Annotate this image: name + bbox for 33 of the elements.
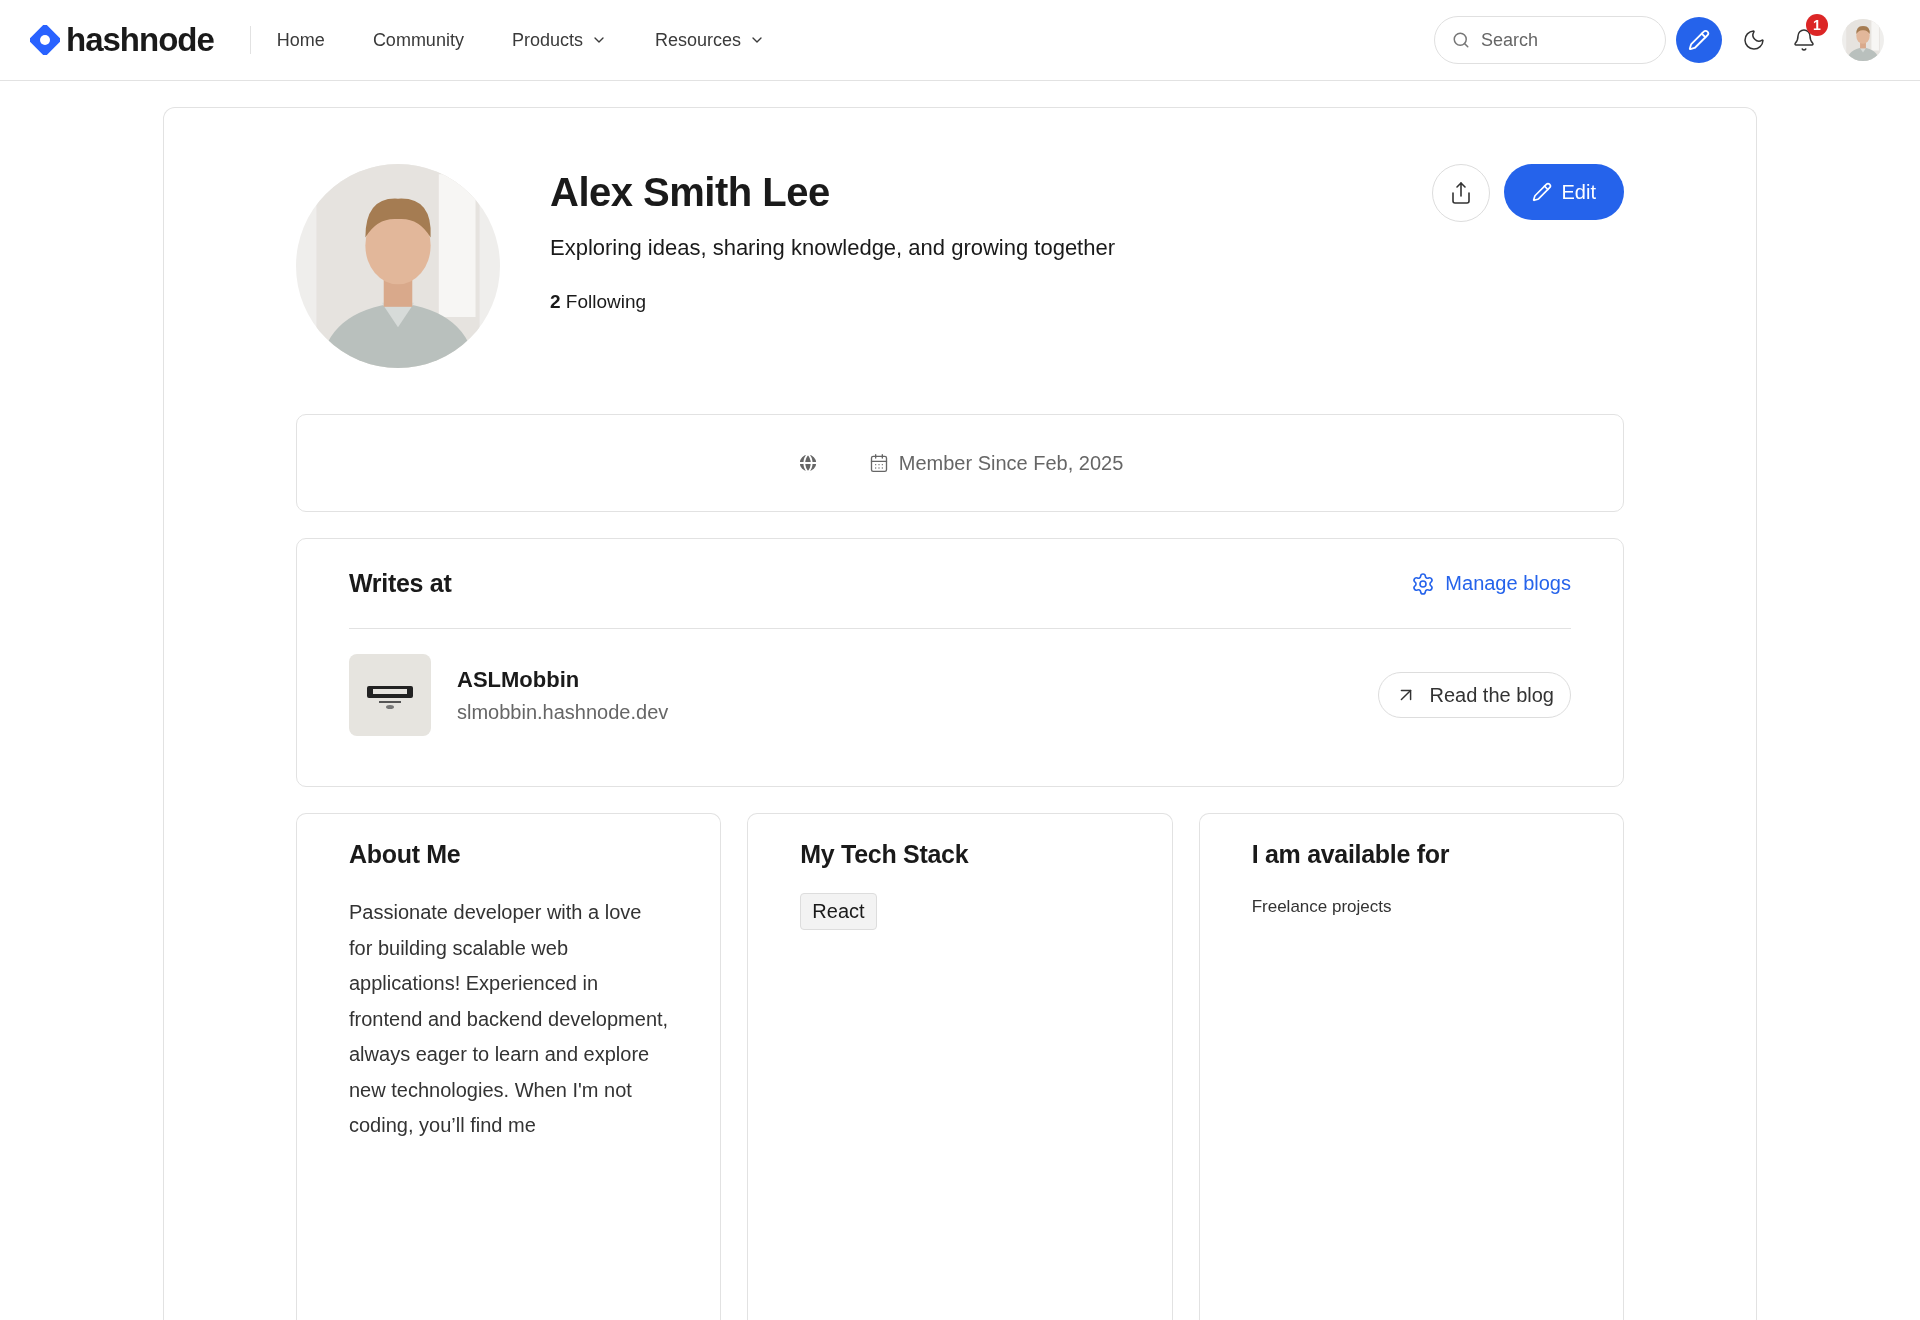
calendar-icon (868, 453, 889, 473)
nav-link[interactable]: Home (276, 29, 325, 51)
following-count[interactable]: 2 Following (550, 291, 1382, 313)
search-field[interactable]: Search (1434, 16, 1666, 64)
edit-button[interactable]: Edit (1503, 164, 1624, 220)
notification-count: 1 (1806, 14, 1828, 36)
nav-link[interactable]: Community (372, 29, 464, 51)
pencil-icon (1688, 29, 1710, 51)
about-text: Passionate developer with a love for building scalable web applications! Experienced in frontend and backend development, always eager to learn and explore new technologies. When I'm not coding, you’ll find me (349, 900, 669, 1138)
search-icon (1452, 31, 1470, 49)
logo-text[interactable]: hashnode (66, 21, 214, 59)
section-title: I am available for (1251, 840, 1451, 869)
member-since: Member Since Feb, 2025 (868, 451, 1124, 475)
manage-blogs-link[interactable]: Manage blogs (1411, 571, 1571, 596)
blog-name[interactable]: ASLMobbin (457, 666, 669, 693)
logo-icon (30, 25, 60, 55)
profile-tagline: Exploring ideas, sharing knowledge, and growing together (550, 235, 1117, 261)
gear-icon (1411, 571, 1436, 596)
nav-link[interactable]: Products (511, 29, 607, 51)
globe-icon[interactable] (796, 452, 819, 474)
section-title: About Me (349, 840, 462, 869)
bell-icon (1792, 28, 1816, 52)
section-title: My Tech Stack (800, 840, 970, 869)
moon-icon (1742, 28, 1766, 52)
section-title: Writes at (349, 569, 452, 598)
profile-name: Alex Smith Lee (550, 170, 831, 215)
write-button[interactable] (1676, 17, 1722, 63)
pencil-icon (1531, 182, 1552, 202)
blog-url: slmobbin.hashnode.dev (457, 700, 669, 724)
nav-link[interactable]: Resources (654, 29, 765, 51)
tech-tag: React (800, 893, 877, 930)
read-blog-button[interactable]: Read the blog (1378, 672, 1571, 718)
availability-text: Freelance projects (1251, 897, 1393, 917)
